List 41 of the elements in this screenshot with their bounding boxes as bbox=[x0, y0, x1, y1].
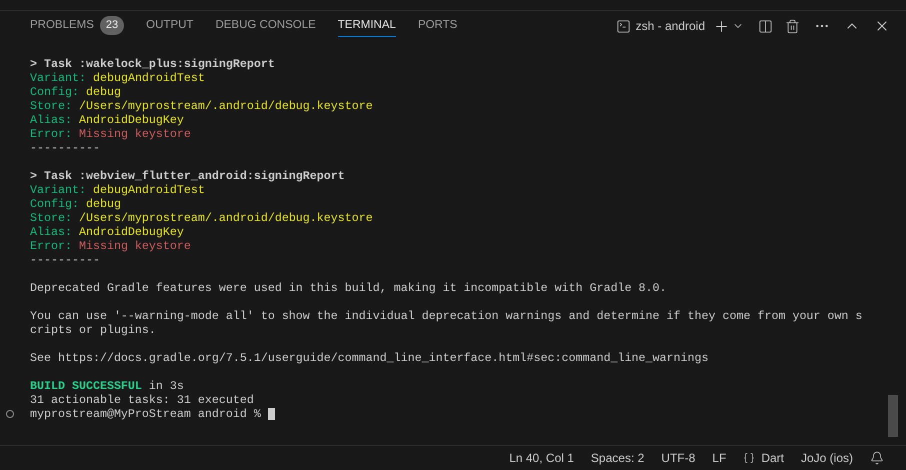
panel-tab[interactable]: PORTS bbox=[418, 15, 458, 37]
terminal-line: BUILD SUCCESSFUL in 3s bbox=[30, 379, 184, 393]
terminal-line: Variant: debugAndroidTest bbox=[30, 183, 205, 197]
terminal-line: Store: /Users/myprostream/.android/debug.keystore bbox=[30, 99, 373, 113]
status-item[interactable]: Ln 40, Col 1 bbox=[509, 449, 574, 467]
status-item[interactable]: UTF-8 bbox=[661, 449, 696, 467]
terminal-line: ---------- bbox=[30, 253, 100, 267]
terminal-line: Store: /Users/myprostream/.android/debug.keystore bbox=[30, 211, 373, 225]
braces-icon bbox=[743, 452, 756, 464]
terminal-line: Config: debug bbox=[30, 85, 121, 99]
terminal-line: cripts or plugins. bbox=[30, 323, 156, 337]
terminal-line: Error: Missing keystore bbox=[30, 127, 191, 141]
terminal-line: Error: Missing keystore bbox=[30, 239, 191, 253]
terminal-line: ---------- bbox=[30, 141, 100, 155]
status-item[interactable]: JoJo (ios) bbox=[800, 449, 853, 467]
count-badge: 23 bbox=[100, 16, 124, 35]
terminal-line: Alias: AndroidDebugKey bbox=[30, 113, 184, 127]
panel-tab[interactable]: OUTPUT bbox=[146, 15, 194, 37]
trash-icon[interactable] bbox=[785, 18, 800, 34]
status-item[interactable]: Spaces: 2 bbox=[590, 449, 644, 467]
terminal-line: Variant: debugAndroidTest bbox=[30, 71, 205, 85]
terminal-line: 31 actionable tasks: 31 executed bbox=[30, 393, 254, 407]
terminal-picker[interactable]: zsh - android bbox=[616, 17, 705, 35]
terminal-line: You can use '--warning-mode all' to show the individual deprecation warnings and determine if they come from your own s bbox=[30, 309, 862, 323]
notification-bell-icon[interactable] bbox=[870, 451, 884, 465]
panel-tab[interactable]: DEBUG CONSOLE bbox=[215, 15, 316, 37]
terminal-line: > Task :webview_flutter_android:signingReport bbox=[30, 169, 345, 183]
terminal-line: Config: debug bbox=[30, 197, 121, 211]
terminal-line: myprostream@MyProStream android % bbox=[30, 407, 261, 421]
split-icon[interactable] bbox=[758, 18, 773, 34]
terminal-line: Alias: AndroidDebugKey bbox=[30, 225, 184, 239]
terminal-icon bbox=[616, 18, 631, 34]
status-item[interactable]: LF bbox=[712, 449, 726, 467]
panel-tab[interactable]: TERMINAL bbox=[338, 15, 396, 37]
scrollbar bbox=[888, 395, 898, 437]
panel-tab[interactable]: PROBLEMS 23 bbox=[30, 15, 124, 37]
terminal-line: Deprecated Gradle features were used in this build, making it incompatible with Gradle 8.0. bbox=[30, 281, 667, 295]
status-item[interactable]: Dart bbox=[761, 449, 784, 467]
terminal-line: See https://docs.gradle.org/7.5.1/userguide/command_line_interface.html#sec:command_line_warnings bbox=[30, 351, 709, 365]
terminal-line: > Task :wakelock_plus:signingReport bbox=[30, 57, 275, 71]
cursor bbox=[268, 408, 275, 420]
